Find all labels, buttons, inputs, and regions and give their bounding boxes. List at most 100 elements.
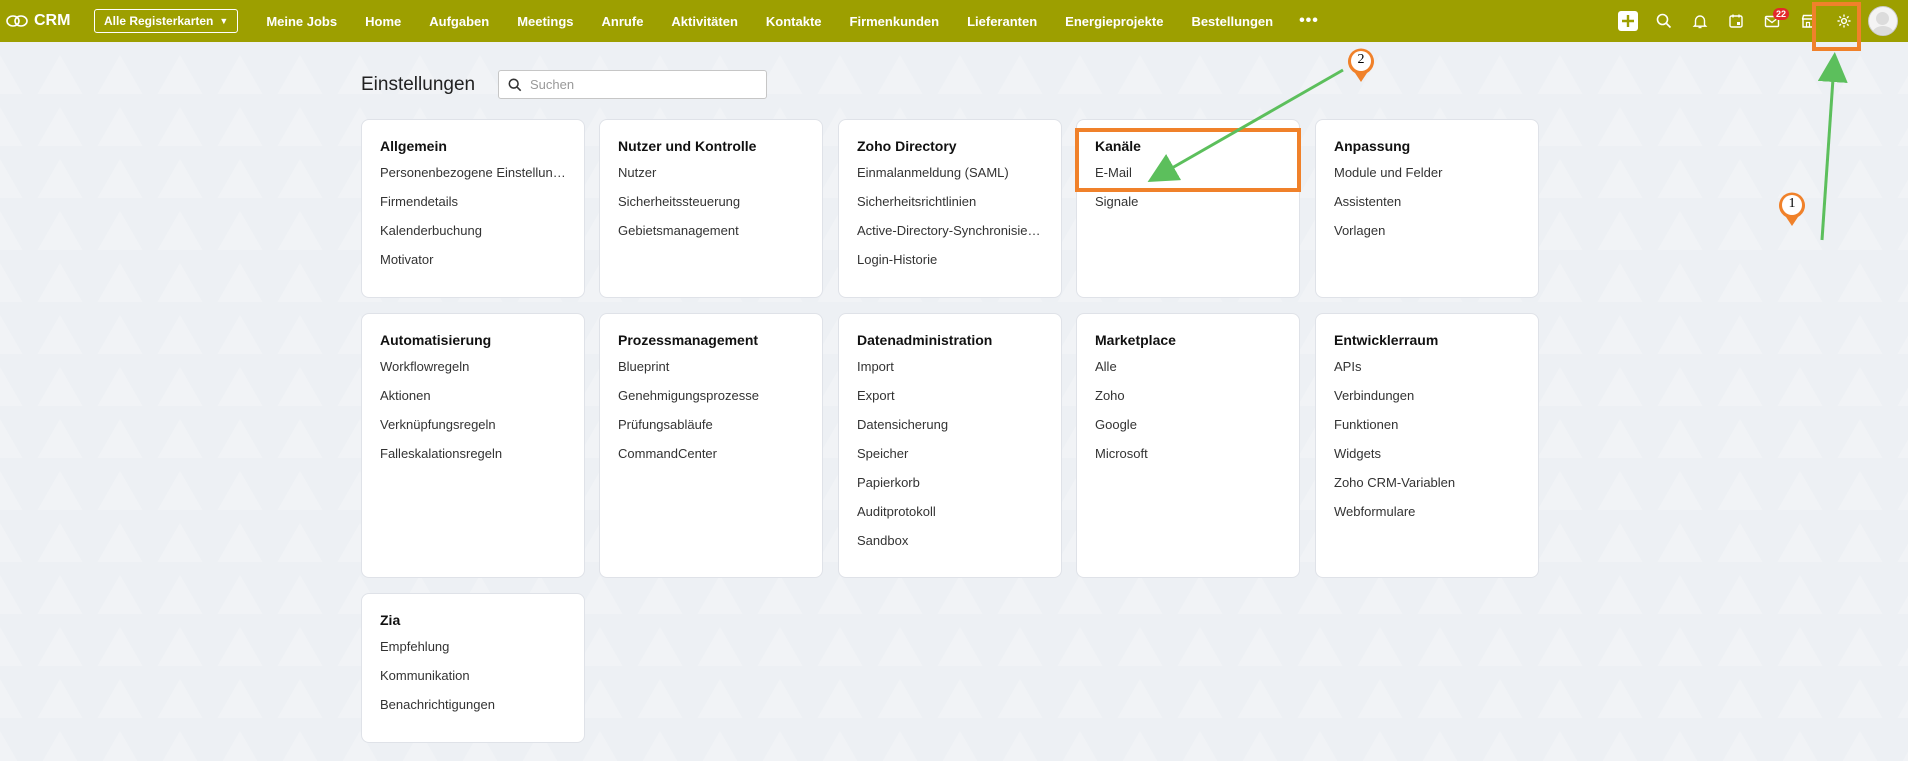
settings-link[interactable]: CommandCenter <box>618 446 804 475</box>
highlight-email-section <box>1075 128 1301 192</box>
nav-item-aktivitaeten[interactable]: Aktivitäten <box>657 14 751 29</box>
settings-link[interactable]: Papierkorb <box>857 475 1043 504</box>
search-icon <box>508 78 522 91</box>
settings-link[interactable]: Empfehlung <box>380 639 566 668</box>
create-button[interactable] <box>1610 0 1646 42</box>
settings-link[interactable]: APIs <box>1334 359 1520 388</box>
card-title: Automatisierung <box>380 332 492 348</box>
settings-link[interactable]: Auditprotokoll <box>857 504 1043 533</box>
nav-item-firmenkunden[interactable]: Firmenkunden <box>836 14 954 29</box>
settings-link[interactable]: Zoho CRM-Variablen <box>1334 475 1520 504</box>
crm-logo-icon <box>6 15 28 27</box>
settings-link[interactable]: Sicherheitsrichtlinien <box>857 194 1043 223</box>
settings-link[interactable]: Microsoft <box>1095 446 1281 475</box>
card-title: Anpassung <box>1334 138 1411 154</box>
highlight-settings-gear <box>1812 2 1861 51</box>
settings-link[interactable]: Datensicherung <box>857 417 1043 446</box>
settings-link[interactable]: Prüfungsabläufe <box>618 417 804 446</box>
settings-link[interactable]: Vorlagen <box>1334 223 1520 252</box>
all-tabs-dropdown[interactable]: Alle Registerkarten ▼ <box>94 9 239 33</box>
settings-link[interactable]: Signale <box>1095 194 1281 223</box>
settings-link[interactable]: Nutzer <box>618 165 804 194</box>
settings-link[interactable]: Webformulare <box>1334 504 1520 533</box>
all-tabs-label: Alle Registerkarten <box>104 14 214 28</box>
global-search-button[interactable] <box>1646 0 1682 42</box>
settings-link[interactable]: Firmendetails <box>380 194 566 223</box>
settings-link[interactable]: Widgets <box>1334 446 1520 475</box>
step-marker-2: 2 <box>1346 46 1376 84</box>
settings-card-zia: Zia Empfehlung Kommunikation Benachricht… <box>361 593 585 743</box>
step-number: 1 <box>1788 196 1796 211</box>
settings-card-entwicklerraum: Entwicklerraum APIs Verbindungen Funktio… <box>1315 313 1539 578</box>
nav-item-meetings[interactable]: Meetings <box>503 14 587 29</box>
settings-link[interactable]: Aktionen <box>380 388 566 417</box>
nav-item-lieferanten[interactable]: Lieferanten <box>953 14 1051 29</box>
settings-link[interactable]: Zoho <box>1095 388 1281 417</box>
settings-link[interactable]: Genehmigungsprozesse <box>618 388 804 417</box>
settings-card-datenadministration: Datenadministration Import Export Datens… <box>838 313 1062 578</box>
mail-count-badge: 22 <box>1773 8 1790 20</box>
settings-card-prozessmanagement: Prozessmanagement Blueprint Genehmigungs… <box>599 313 823 578</box>
page-title: Einstellungen <box>361 74 476 95</box>
settings-link[interactable]: Einmalanmeldung (SAML) <box>857 165 1043 194</box>
settings-link[interactable]: Verknüpfungsregeln <box>380 417 566 446</box>
nav-item-meine-jobs[interactable]: Meine Jobs <box>252 14 351 29</box>
more-modules-icon[interactable]: ••• <box>1287 12 1331 30</box>
nav-item-anrufe[interactable]: Anrufe <box>588 14 658 29</box>
brand[interactable]: CRM <box>6 12 86 30</box>
plus-icon <box>1618 11 1638 31</box>
settings-link[interactable]: Kalenderbuchung <box>380 223 566 252</box>
settings-link[interactable]: Funktionen <box>1334 417 1520 446</box>
nav-item-kontakte[interactable]: Kontakte <box>752 14 836 29</box>
settings-card-anpassung: Anpassung Module und Felder Assistenten … <box>1315 119 1539 298</box>
card-title: Marketplace <box>1095 332 1176 348</box>
nav-item-home[interactable]: Home <box>351 14 415 29</box>
settings-card-allgemein: Allgemein Personenbezogene Einstellungen… <box>361 119 585 298</box>
card-title: Nutzer und Kontrolle <box>618 138 757 154</box>
settings-link[interactable]: Personenbezogene Einstellungen <box>380 165 566 194</box>
settings-link[interactable]: Verbindungen <box>1334 388 1520 417</box>
avatar[interactable] <box>1868 6 1898 36</box>
settings-link[interactable]: Module und Felder <box>1334 165 1520 194</box>
card-title: Prozessmanagement <box>618 332 759 348</box>
settings-link[interactable]: Falleskalationsregeln <box>380 446 566 475</box>
settings-search <box>498 70 767 99</box>
settings-link[interactable]: Motivator <box>380 252 566 281</box>
step-number: 2 <box>1357 52 1365 67</box>
nav-item-aufgaben[interactable]: Aufgaben <box>415 14 503 29</box>
top-navigation-bar: CRM Alle Registerkarten ▼ Meine Jobs Hom… <box>0 0 1908 42</box>
settings-link[interactable]: Blueprint <box>618 359 804 388</box>
settings-link[interactable]: Kommunikation <box>380 668 566 697</box>
settings-link[interactable]: Speicher <box>857 446 1043 475</box>
nav-item-energieprojekte[interactable]: Energieprojekte <box>1051 14 1177 29</box>
card-title: Allgemein <box>380 138 447 154</box>
card-title: Zoho Directory <box>857 138 957 154</box>
settings-link[interactable]: Benachrichtigungen <box>380 697 566 726</box>
settings-link[interactable]: Google <box>1095 417 1281 446</box>
bell-icon <box>1692 15 1708 29</box>
settings-link[interactable]: Alle <box>1095 359 1281 388</box>
notifications-button[interactable] <box>1682 0 1718 42</box>
settings-link[interactable]: Login-Historie <box>857 252 1043 281</box>
settings-link[interactable]: Import <box>857 359 1043 388</box>
settings-link[interactable]: Workflowregeln <box>380 359 566 388</box>
calendar-button[interactable] <box>1718 0 1754 42</box>
top-tools: 22 <box>1610 0 1908 42</box>
card-title: Datenadministration <box>857 332 993 348</box>
settings-card-nutzer-und-kontrolle: Nutzer und Kontrolle Nutzer Sicherheitss… <box>599 119 823 298</box>
search-icon <box>1656 13 1672 29</box>
settings-link[interactable]: Assistenten <box>1334 194 1520 223</box>
mail-button[interactable]: 22 <box>1754 0 1790 42</box>
settings-link[interactable]: Sicherheitssteuerung <box>618 194 804 223</box>
settings-link[interactable]: Export <box>857 388 1043 417</box>
settings-link[interactable]: Gebietsmanagement <box>618 223 804 252</box>
settings-link[interactable]: Active-Directory-Synchronisierung <box>857 223 1043 252</box>
card-title: Entwicklerraum <box>1334 332 1439 348</box>
settings-link[interactable]: Sandbox <box>857 533 1043 562</box>
step-marker-1: 1 <box>1777 190 1807 228</box>
chevron-down-icon: ▼ <box>219 16 229 26</box>
search-input[interactable] <box>528 76 752 93</box>
calendar-icon <box>1729 14 1743 28</box>
settings-card-automatisierung: Automatisierung Workflowregeln Aktionen … <box>361 313 585 578</box>
nav-item-bestellungen[interactable]: Bestellungen <box>1177 14 1287 29</box>
